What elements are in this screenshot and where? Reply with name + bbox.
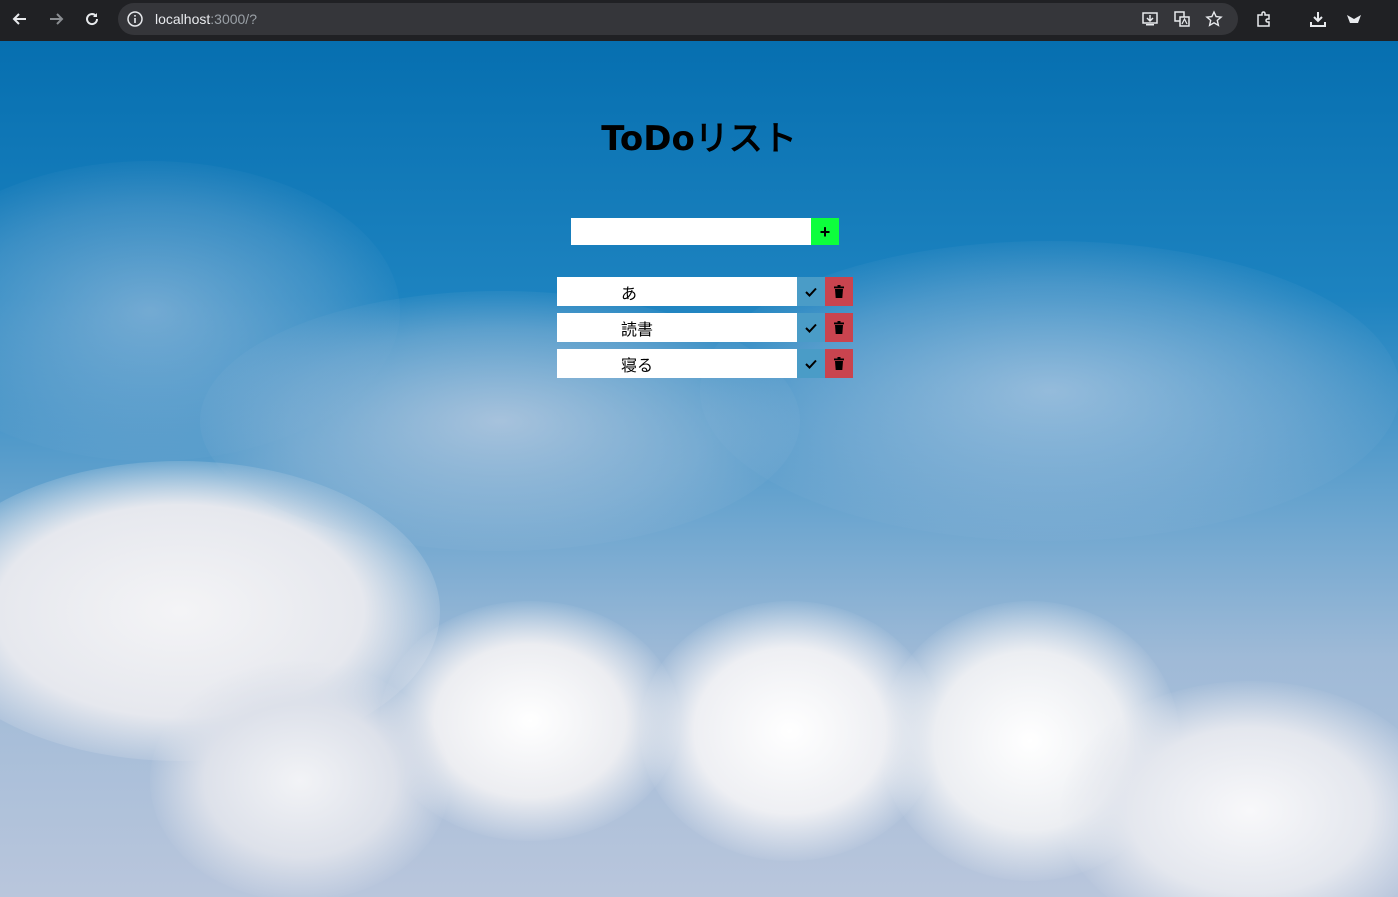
url-text: localhost:3000/? [155,11,257,27]
todo-item: あ [557,277,853,306]
complete-todo-button[interactable] [797,277,825,306]
new-todo-input[interactable] [571,218,811,245]
check-icon [805,323,817,333]
delete-todo-button[interactable] [825,277,853,306]
sky-background: ToDoリスト + あ 読書 寝る [0,41,1398,897]
extensions-icon[interactable] [1251,6,1277,32]
todo-list: あ 読書 寝る [557,277,853,385]
todo-text: 寝る [557,349,797,378]
plus-icon: + [819,221,831,242]
todo-item: 読書 [557,313,853,342]
url-path: :3000/? [210,11,257,27]
install-icon[interactable] [1140,9,1160,29]
complete-todo-button[interactable] [797,313,825,342]
translate-icon[interactable] [1172,9,1192,29]
url-host: localhost [155,11,211,27]
reload-icon[interactable] [79,6,105,32]
complete-todo-button[interactable] [797,349,825,378]
browser-toolbar: localhost:3000/? [0,0,1398,41]
forward-icon[interactable] [43,6,69,32]
check-icon [805,287,817,297]
todo-item: 寝る [557,349,853,378]
add-todo-button[interactable]: + [811,218,839,245]
bookmark-star-icon[interactable] [1204,9,1224,29]
delete-todo-button[interactable] [825,313,853,342]
todo-text: あ [557,277,797,306]
trash-icon [834,285,844,298]
trash-icon [834,321,844,334]
download-icon[interactable] [1305,6,1331,32]
todo-text: 読書 [557,313,797,342]
check-icon [805,359,817,369]
profile-icon[interactable] [1341,6,1367,32]
back-icon[interactable] [7,6,33,32]
add-todo-form: + [571,218,839,245]
delete-todo-button[interactable] [825,349,853,378]
trash-icon [834,357,844,370]
address-bar[interactable]: localhost:3000/? [118,3,1238,35]
site-info-icon[interactable] [126,10,144,28]
page-title: ToDoリスト [601,119,797,159]
